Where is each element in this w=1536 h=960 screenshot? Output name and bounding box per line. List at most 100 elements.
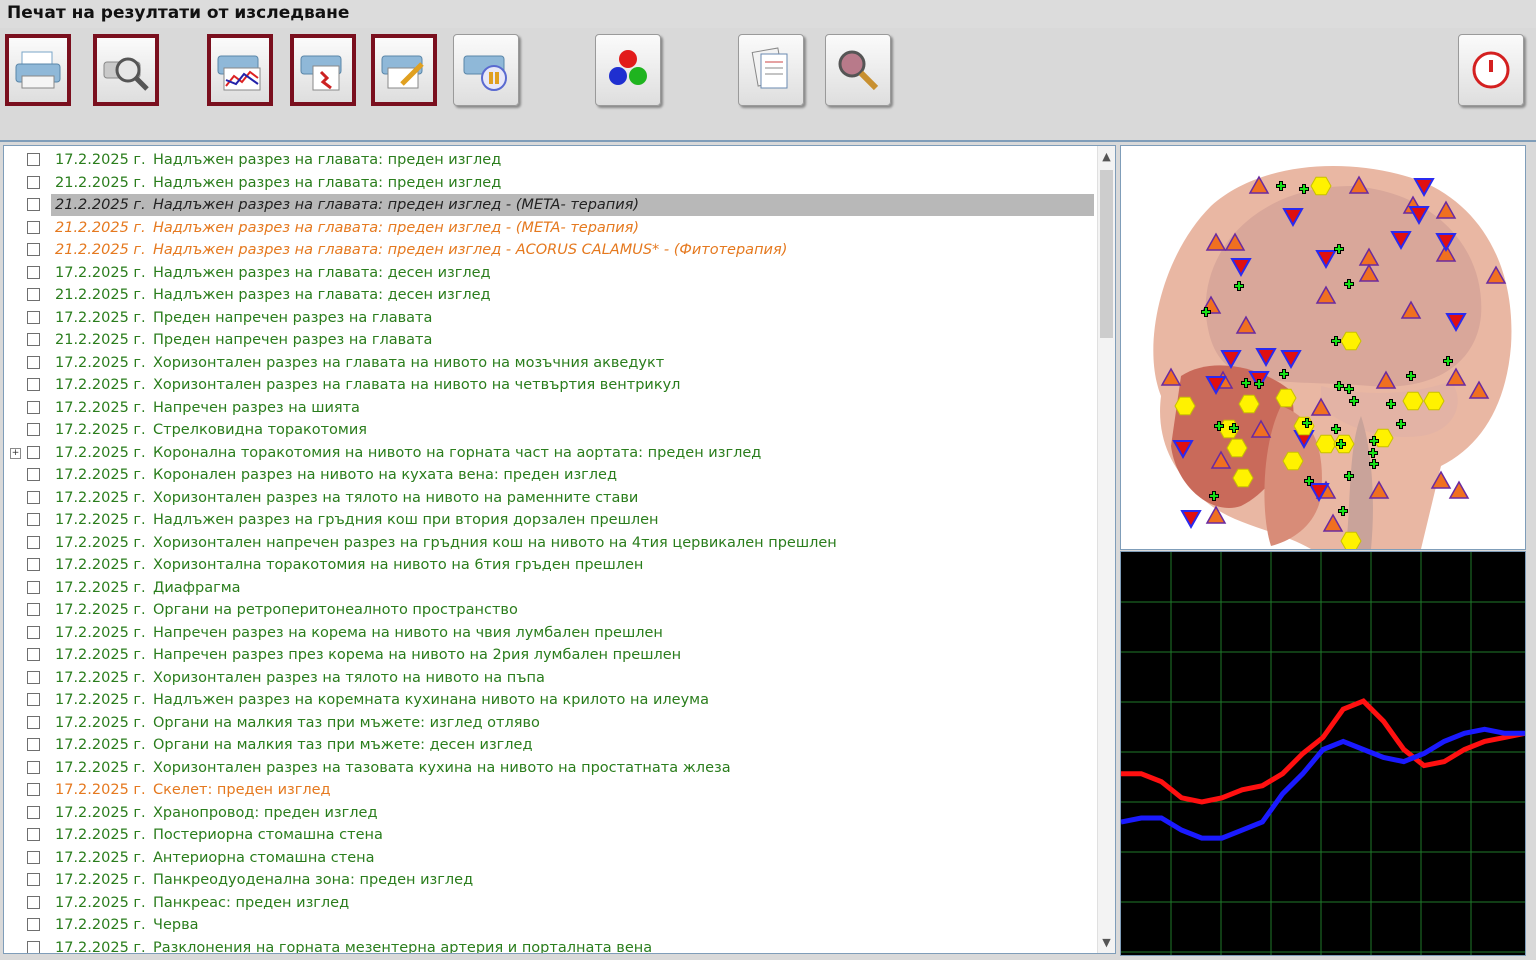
item-checkbox[interactable]	[27, 940, 40, 953]
item-label: Надлъжен разрез на главата: десен изглед	[153, 264, 491, 281]
printer-icon	[15, 51, 61, 89]
list-item[interactable]: 17.2.2025 г. Органи на малкия таз при мъж…	[4, 734, 1094, 756]
list-item[interactable]: 17.2.2025 г. Постериорна стомашна стена	[4, 824, 1094, 846]
scroll-up-icon[interactable]: ▲	[1098, 148, 1115, 165]
list-item[interactable]: 17.2.2025 г. Органи на ретроперитонеалнот…	[4, 599, 1094, 621]
item-checkbox[interactable]	[27, 670, 40, 684]
item-date: 17.2.2025 г.	[55, 849, 146, 866]
scroll-thumb[interactable]	[1100, 170, 1113, 338]
item-checkbox[interactable]	[27, 625, 40, 639]
item-checkbox[interactable]	[27, 648, 40, 661]
item-checkbox[interactable]	[27, 850, 40, 864]
item-checkbox[interactable]	[27, 333, 40, 346]
item-checkbox[interactable]	[27, 693, 40, 706]
list-item[interactable]: 17.2.2025 г. Напречен разрез през корема …	[4, 644, 1094, 666]
list-item[interactable]: 17.2.2025 г. Хоризонтален разрез на тялот…	[4, 487, 1094, 509]
list-item[interactable]: 17.2.2025 г. Диафрагма	[4, 577, 1094, 599]
list-item[interactable]: 17.2.2025 г. Надлъжен разрез на главата: …	[4, 149, 1094, 171]
item-checkbox[interactable]	[27, 310, 40, 324]
list-item[interactable]: 17.2.2025 г. Хоризонтален разрез на глава…	[4, 352, 1094, 374]
list-item-text: 17.2.2025 г. Напречен разрез през корема …	[51, 644, 685, 666]
list-item[interactable]: 21.2.2025 г. Надлъжен разрез на главата: …	[4, 239, 1094, 261]
list-item[interactable]: 17.2.2025 г. Коронален разрез на нивото н…	[4, 464, 1094, 486]
list-scrollbar[interactable]: ▲ ▼	[1097, 146, 1115, 953]
print-chart-button[interactable]	[207, 34, 273, 106]
item-checkbox[interactable]	[27, 580, 40, 594]
item-checkbox[interactable]	[27, 468, 40, 481]
print-audio-button[interactable]	[453, 34, 519, 106]
item-checkbox[interactable]	[27, 603, 40, 616]
list-item[interactable]: 17.2.2025 г. Панкреас: преден изглед	[4, 892, 1094, 914]
item-checkbox[interactable]	[27, 513, 40, 526]
documents-button[interactable]	[738, 34, 804, 106]
print-preview-button[interactable]	[93, 34, 159, 106]
item-checkbox[interactable]	[27, 783, 40, 796]
list-item[interactable]: 17.2.2025 г. Надлъжен разрез на гръдния к…	[4, 509, 1094, 531]
search-button[interactable]	[825, 34, 891, 106]
list-item[interactable]: 17.2.2025 г. Скелет: преден изглед	[4, 779, 1094, 801]
list-item[interactable]: 21.2.2025 г. Надлъжен разрез на главата: …	[4, 284, 1094, 306]
list-item[interactable]: 17.2.2025 г. Хоризонтален разрез на тазов…	[4, 757, 1094, 779]
print-edit-button[interactable]	[371, 34, 437, 106]
results-list[interactable]: 17.2.2025 г. Надлъжен разрез на главата: …	[3, 145, 1116, 954]
item-checkbox[interactable]	[27, 243, 40, 256]
list-item[interactable]: 17.2.2025 г. Хоризонтална торакотомия на …	[4, 554, 1094, 576]
item-checkbox[interactable]	[27, 918, 40, 931]
item-checkbox[interactable]	[27, 828, 40, 841]
list-item[interactable]: 17.2.2025 г. Панкреодуоденална зона: пред…	[4, 869, 1094, 891]
list-item[interactable]: 17.2.2025 г. Черва	[4, 914, 1094, 936]
list-item[interactable]: 17.2.2025 г. Надлъжен разрез на главата: …	[4, 262, 1094, 284]
item-checkbox[interactable]	[27, 490, 40, 504]
print-report-button[interactable]	[290, 34, 356, 106]
exit-button[interactable]	[1458, 34, 1524, 106]
print-button[interactable]	[5, 34, 71, 106]
list-item-text: 17.2.2025 г. Органи на малкия таз при мъж…	[51, 712, 544, 734]
item-checkbox[interactable]	[27, 175, 40, 189]
list-item[interactable]: 17.2.2025 г. Преден напречен разрез на гл…	[4, 307, 1094, 329]
item-label: Надлъжен разрез на коремната кухинана ни…	[153, 692, 709, 708]
list-item[interactable]: 17.2.2025 г. Хоризонтален разрез на глава…	[4, 374, 1094, 396]
list-item-text: 21.2.2025 г. Надлъжен разрез на главата: …	[51, 194, 1094, 216]
item-checkbox[interactable]	[27, 558, 40, 571]
item-checkbox[interactable]	[27, 805, 40, 819]
marker-hexagon	[1282, 451, 1304, 471]
item-checkbox[interactable]	[27, 288, 40, 301]
item-checkbox[interactable]	[27, 265, 40, 279]
list-item[interactable]: 17.2.2025 г. Хранопровод: преден изглед	[4, 802, 1094, 824]
anatomy-image-panel	[1120, 145, 1526, 550]
list-item[interactable]: +17.2.2025 г. Коронална торакотомия на ни…	[4, 442, 1094, 464]
list-item[interactable]: 21.2.2025 г. Преден напречен разрез на гл…	[4, 329, 1094, 351]
item-checkbox[interactable]	[27, 220, 40, 234]
item-checkbox[interactable]	[27, 715, 40, 729]
item-checkbox[interactable]	[27, 198, 40, 211]
list-item[interactable]: 21.2.2025 г. Надлъжен разрез на главата: …	[4, 217, 1094, 239]
item-checkbox[interactable]	[27, 423, 40, 436]
list-item[interactable]: 17.2.2025 г. Антериорна стомашна стена	[4, 847, 1094, 869]
list-item[interactable]: 17.2.2025 г. Хоризонтален напречен разрез…	[4, 532, 1094, 554]
list-item[interactable]: 17.2.2025 г. Органи на малкия таз при мъж…	[4, 712, 1094, 734]
list-item[interactable]: 21.2.2025 г. Надлъжен разрез на главата: …	[4, 194, 1094, 216]
list-item[interactable]: 17.2.2025 г. Стрелковидна торакотомия	[4, 419, 1094, 441]
item-checkbox[interactable]	[27, 535, 40, 549]
list-item[interactable]: 17.2.2025 г. Хоризонтален разрез на тялот…	[4, 667, 1094, 689]
scroll-down-icon[interactable]: ▼	[1098, 934, 1115, 951]
list-item[interactable]: 21.2.2025 г. Надлъжен разрез на главата: …	[4, 172, 1094, 194]
list-item[interactable]: 17.2.2025 г. Напречен разрез на корема на…	[4, 622, 1094, 644]
item-checkbox[interactable]	[27, 445, 40, 459]
item-checkbox[interactable]	[27, 873, 40, 886]
item-checkbox[interactable]	[27, 400, 40, 414]
item-checkbox[interactable]	[27, 760, 40, 774]
list-item[interactable]: 17.2.2025 г. Напречен разрез на шията	[4, 397, 1094, 419]
color-spheres-button[interactable]	[595, 34, 661, 106]
item-label: Разклонения на горната мезентерна артери…	[153, 939, 653, 954]
item-checkbox[interactable]	[27, 153, 40, 166]
item-checkbox[interactable]	[27, 895, 40, 909]
expand-toggle-icon[interactable]: +	[10, 447, 21, 459]
item-checkbox[interactable]	[27, 738, 40, 751]
signal-graph	[1121, 552, 1525, 955]
item-label: Черва	[153, 917, 199, 933]
list-item[interactable]: 17.2.2025 г. Надлъжен разрез на коремната…	[4, 689, 1094, 711]
list-item[interactable]: 17.2.2025 г. Разклонения на горната мезен…	[4, 937, 1094, 954]
item-checkbox[interactable]	[27, 355, 40, 369]
item-checkbox[interactable]	[27, 378, 40, 391]
